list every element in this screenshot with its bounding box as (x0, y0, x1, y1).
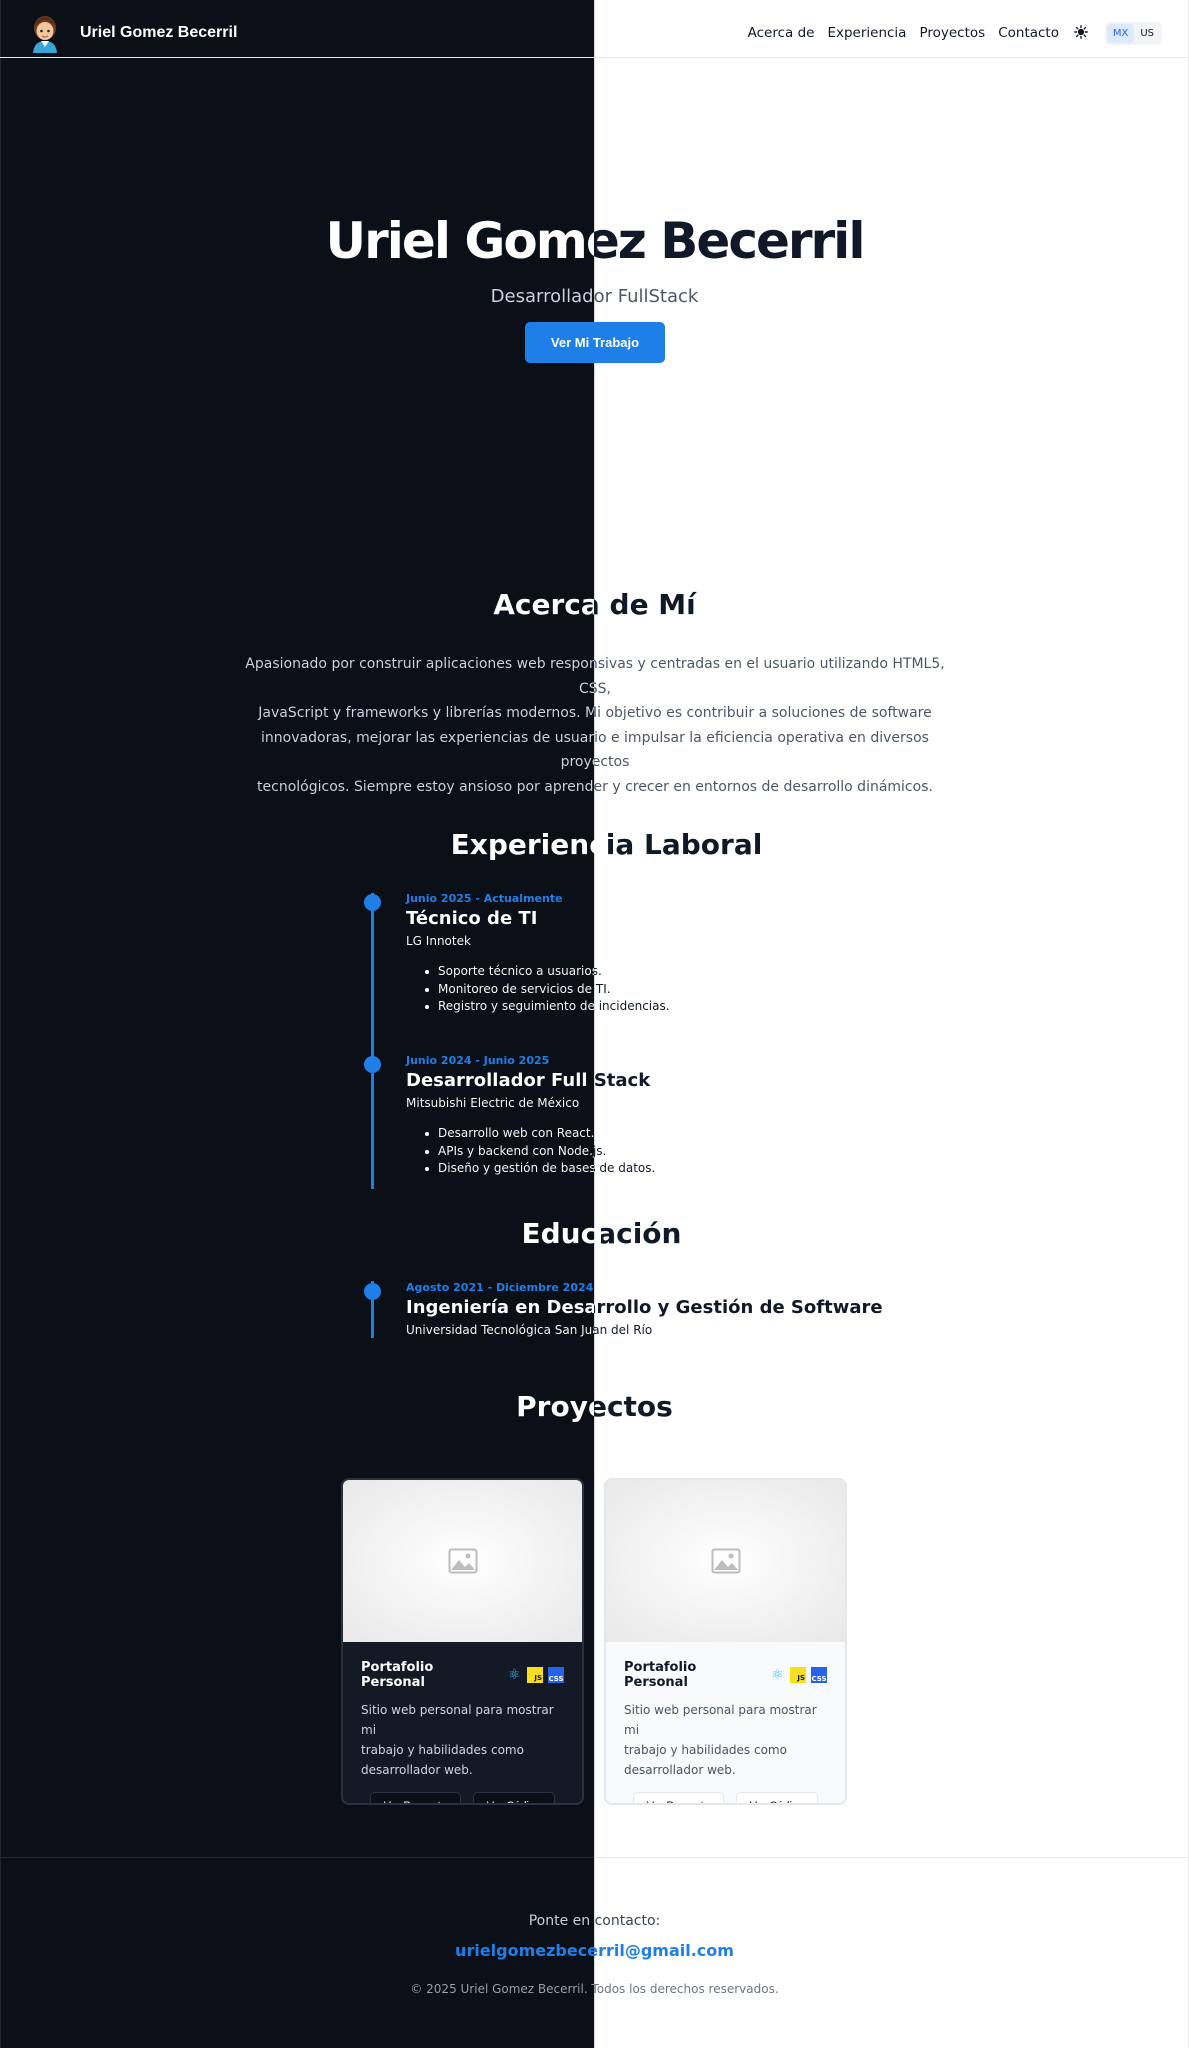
experience-company: Mitsubishi Electric de México (406, 1096, 1006, 1110)
react-icon: ⚛ (507, 1667, 521, 1683)
project-description-line: trabajo y habilidades como (361, 1743, 524, 1757)
bullet-mark (425, 970, 429, 974)
view-code-button[interactable]: Ver Código (472, 1792, 556, 1803)
experience-role: Técnico de TI (406, 908, 1006, 929)
experience-bullet: Diseño y gestión de bases de datos. (438, 1161, 1038, 1175)
about-line: JavaScript y frameworks y librerías mode… (258, 705, 932, 721)
experience-bullet: APIs y backend con Node.js. (438, 1144, 1038, 1158)
nav-link-about[interactable]: Acerca de (748, 25, 815, 41)
contact-email-link[interactable]: urielgomezbecerril@gmail.com (0, 1941, 1189, 1960)
experience-bullet: Desarrollo web con React. (438, 1126, 1038, 1140)
image-placeholder-icon (711, 1548, 740, 1574)
brand-name: Uriel Gomez Becerril (80, 24, 238, 41)
avatar (33, 16, 57, 53)
project-description-line: Sitio web personal para mostrar mi (624, 1703, 817, 1737)
bullet-mark (425, 1132, 429, 1136)
project-description: Sitio web personal para mostrar mi traba… (361, 1700, 564, 1780)
project-description-line: Sitio web personal para mostrar mi (361, 1703, 554, 1737)
experience-bullet: Soporte técnico a usuarios. (438, 964, 1038, 978)
lang-option-mx[interactable]: MX (1106, 24, 1135, 43)
project-image-placeholder (343, 1480, 582, 1642)
image-placeholder-icon (448, 1548, 477, 1574)
about-line: innovadoras, mejorar las experiencias de… (261, 729, 929, 770)
experience-company: LG Innotek (406, 934, 1006, 948)
js-icon: JS (790, 1667, 807, 1683)
hero-subtitle: Desarrollador FullStack (0, 286, 1189, 307)
view-work-button[interactable]: Ver Mi Trabajo (525, 322, 665, 363)
experience-title: Experiencia Laboral (12, 828, 1189, 861)
project-description-line: desarrollador web. (361, 1763, 473, 1777)
view-project-button[interactable]: Ver Proyecto (369, 1792, 461, 1803)
nav-menu: Acerca de Experiencia Proyectos Contacto (748, 25, 1059, 41)
about-line: tecnológicos. Siempre estoy ansioso por … (257, 778, 933, 795)
about-text: Apasionado por construir aplicaciones we… (244, 652, 946, 799)
lang-option-us[interactable]: US (1134, 24, 1160, 43)
experience-timeline-line (371, 893, 374, 1189)
view-code-button[interactable]: Ver Código (735, 1792, 819, 1803)
project-card: Portafolio Personal ⚛ JS CSS Sitio web p… (604, 1478, 847, 1805)
js-icon: JS (527, 1667, 544, 1683)
nav-link-contact[interactable]: Contacto (998, 25, 1059, 41)
timeline-dot (364, 894, 381, 911)
theme-toggle-button[interactable] (1071, 22, 1091, 42)
education-school: Universidad Tecnológica San Juan del Río (406, 1323, 1006, 1337)
project-title: Portafolio Personal (624, 1660, 697, 1690)
project-image-placeholder (606, 1480, 845, 1642)
education-degree: Ingeniería en Desarrollo y Gestión de So… (406, 1297, 1006, 1318)
react-icon: ⚛ (770, 1667, 784, 1683)
timeline-dot (364, 1283, 381, 1300)
bullet-mark (425, 1167, 429, 1171)
experience-bullet: Registro y seguimiento de incidencias. (438, 999, 1038, 1013)
language-switch: MX US (1104, 22, 1162, 45)
about-line: Apasionado por construir aplicaciones we… (245, 656, 945, 697)
education-date: Agosto 2021 - Diciembre 2024 (406, 1281, 594, 1294)
nav-link-projects[interactable]: Proyectos (919, 25, 985, 41)
project-description-line: trabajo y habilidades como (624, 1743, 787, 1757)
projects-title: Proyectos (0, 1390, 1189, 1423)
css-icon: CSS (548, 1667, 564, 1683)
experience-role: Desarrollador Full Stack (406, 1070, 1006, 1091)
contact-label: Ponte en contacto: (0, 1913, 1189, 1929)
copyright-text: © 2025 Uriel Gomez Becerril. Todos los d… (0, 1982, 1189, 1996)
brand-block[interactable]: Uriel Gomez Becerril (28, 13, 237, 53)
bullet-mark (425, 1150, 429, 1154)
education-title: Educación (7, 1217, 1189, 1250)
bullet-mark (425, 1005, 429, 1009)
timeline-dot (364, 1056, 381, 1073)
navbar: Uriel Gomez Becerril Acerca de Experienc… (0, 0, 1189, 58)
project-title: Portafolio Personal (361, 1660, 434, 1690)
css-icon: CSS (811, 1667, 827, 1683)
nav-link-experience[interactable]: Experiencia (827, 25, 906, 41)
sun-icon (1074, 25, 1088, 39)
experience-date: Junio 2024 - Junio 2025 (406, 1054, 550, 1067)
about-title: Acerca de Mí (0, 588, 1189, 621)
experience-date: Junio 2025 - Actualmente (406, 892, 563, 905)
footer-divider (0, 1857, 1189, 1858)
project-description-line: desarrollador web. (624, 1763, 736, 1777)
project-card: Portafolio Personal ⚛ JS CSS Sitio web p… (341, 1478, 584, 1805)
hero-title: Uriel Gomez Becerril (0, 212, 1189, 270)
project-description: Sitio web personal para mostrar mi traba… (624, 1700, 827, 1780)
experience-bullet: Monitoreo de servicios de TI. (438, 982, 1038, 996)
view-project-button[interactable]: Ver Proyecto (632, 1792, 724, 1803)
bullet-mark (425, 988, 429, 992)
